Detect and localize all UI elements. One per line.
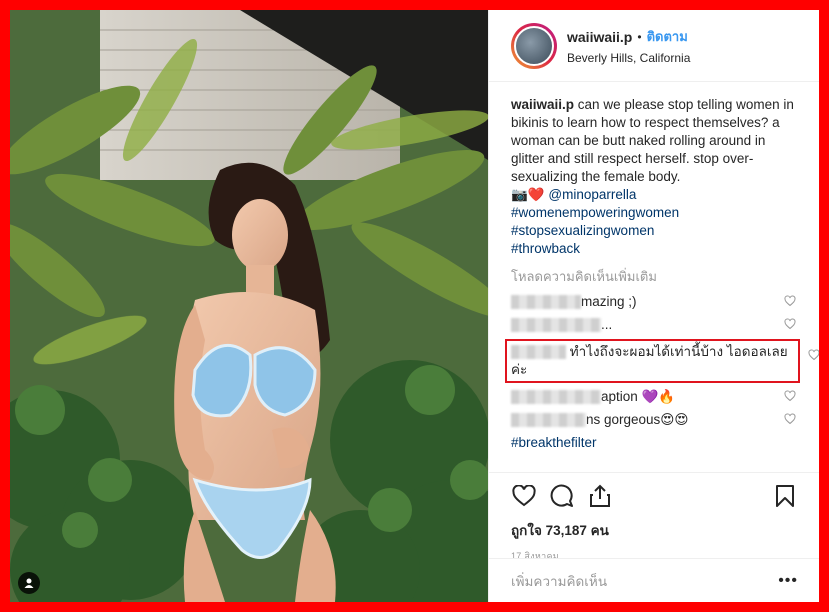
load-more-comments[interactable]: โหลดความคิดเห็นเพิ่มเติม (511, 266, 798, 287)
comment-item: ns gorgeous😍😍 (511, 411, 798, 429)
bookmark-icon[interactable] (772, 483, 798, 509)
highlighted-comment: ทำไงถึงจะผอมได้เท่านี้บ้าง ไอดอลเลยค่ะ (505, 339, 819, 383)
small-heart-icon[interactable] (784, 295, 796, 307)
comment-text: aption 💜🔥 (601, 389, 676, 404)
avatar[interactable] (511, 22, 557, 69)
add-comment-bar: เพิ่มความคิดเห็น ••• (489, 558, 819, 602)
mention-link[interactable]: @minoparrella (548, 187, 636, 202)
share-icon[interactable] (587, 483, 613, 509)
comment-text: ... (601, 317, 613, 332)
comments-section[interactable]: waiiwaii.p can we please stop telling wo… (489, 82, 819, 472)
user-tag-icon[interactable] (18, 572, 40, 594)
header-username[interactable]: waiiwaii.p (567, 29, 632, 45)
location-link[interactable]: Beverly Hills, California (567, 51, 690, 65)
small-heart-icon[interactable] (784, 318, 796, 330)
hashtag-link[interactable]: #throwback (511, 240, 798, 258)
caption: waiiwaii.p can we please stop telling wo… (511, 96, 798, 186)
redacted-username (511, 295, 581, 310)
small-heart-icon[interactable] (784, 413, 796, 425)
follow-button[interactable]: ติดตาม (647, 26, 688, 47)
comment-item: mazing ;) (511, 293, 798, 311)
header-text: waiiwaii.p • ติดตาม Beverly Hills, Calif… (567, 26, 690, 66)
comment-item: aption 💜🔥 (511, 388, 798, 406)
camera-heart-icon: 📷❤️ (511, 187, 545, 202)
redacted-username (511, 390, 601, 405)
heart-icon[interactable] (511, 483, 537, 509)
hashtag-link[interactable]: #stopsexualizingwomen (511, 222, 798, 240)
post-panel: waiiwaii.p • ติดตาม Beverly Hills, Calif… (488, 10, 819, 602)
redacted-username (511, 345, 566, 360)
comment-icon[interactable] (549, 483, 575, 509)
post-photo[interactable] (10, 10, 488, 602)
comment-text: ns gorgeous😍😍 (586, 412, 689, 427)
action-icons (511, 481, 798, 511)
photo-illustration (10, 10, 488, 602)
redacted-username (511, 413, 586, 428)
caption-credit: 📷❤️ @minoparrella (511, 186, 798, 204)
add-comment-input[interactable]: เพิ่มความคิดเห็น (511, 570, 607, 592)
comment-item: ... (511, 316, 798, 334)
small-heart-icon[interactable] (784, 390, 796, 402)
post-header: waiiwaii.p • ติดตาม Beverly Hills, Calif… (489, 10, 819, 82)
hashtag-link[interactable]: #womenempoweringwomen (511, 204, 798, 222)
small-heart-icon[interactable] (808, 349, 819, 361)
comment-text: mazing ;) (581, 294, 637, 309)
separator-dot: • (637, 29, 642, 44)
hashtag-link[interactable]: #breakthefilter (511, 435, 597, 450)
redacted-username (511, 318, 601, 333)
post-frame: waiiwaii.p • ติดตาม Beverly Hills, Calif… (10, 10, 819, 602)
more-options-icon[interactable]: ••• (778, 572, 798, 590)
likes-count[interactable]: ถูกใจ 73,187 คน (511, 519, 798, 541)
comment-item: #breakthefilter (511, 434, 798, 452)
caption-username[interactable]: waiiwaii.p (511, 97, 574, 112)
avatar-image (514, 25, 554, 66)
action-bar: ถูกใจ 73,187 คน 17 สิงหาคม (489, 472, 819, 563)
